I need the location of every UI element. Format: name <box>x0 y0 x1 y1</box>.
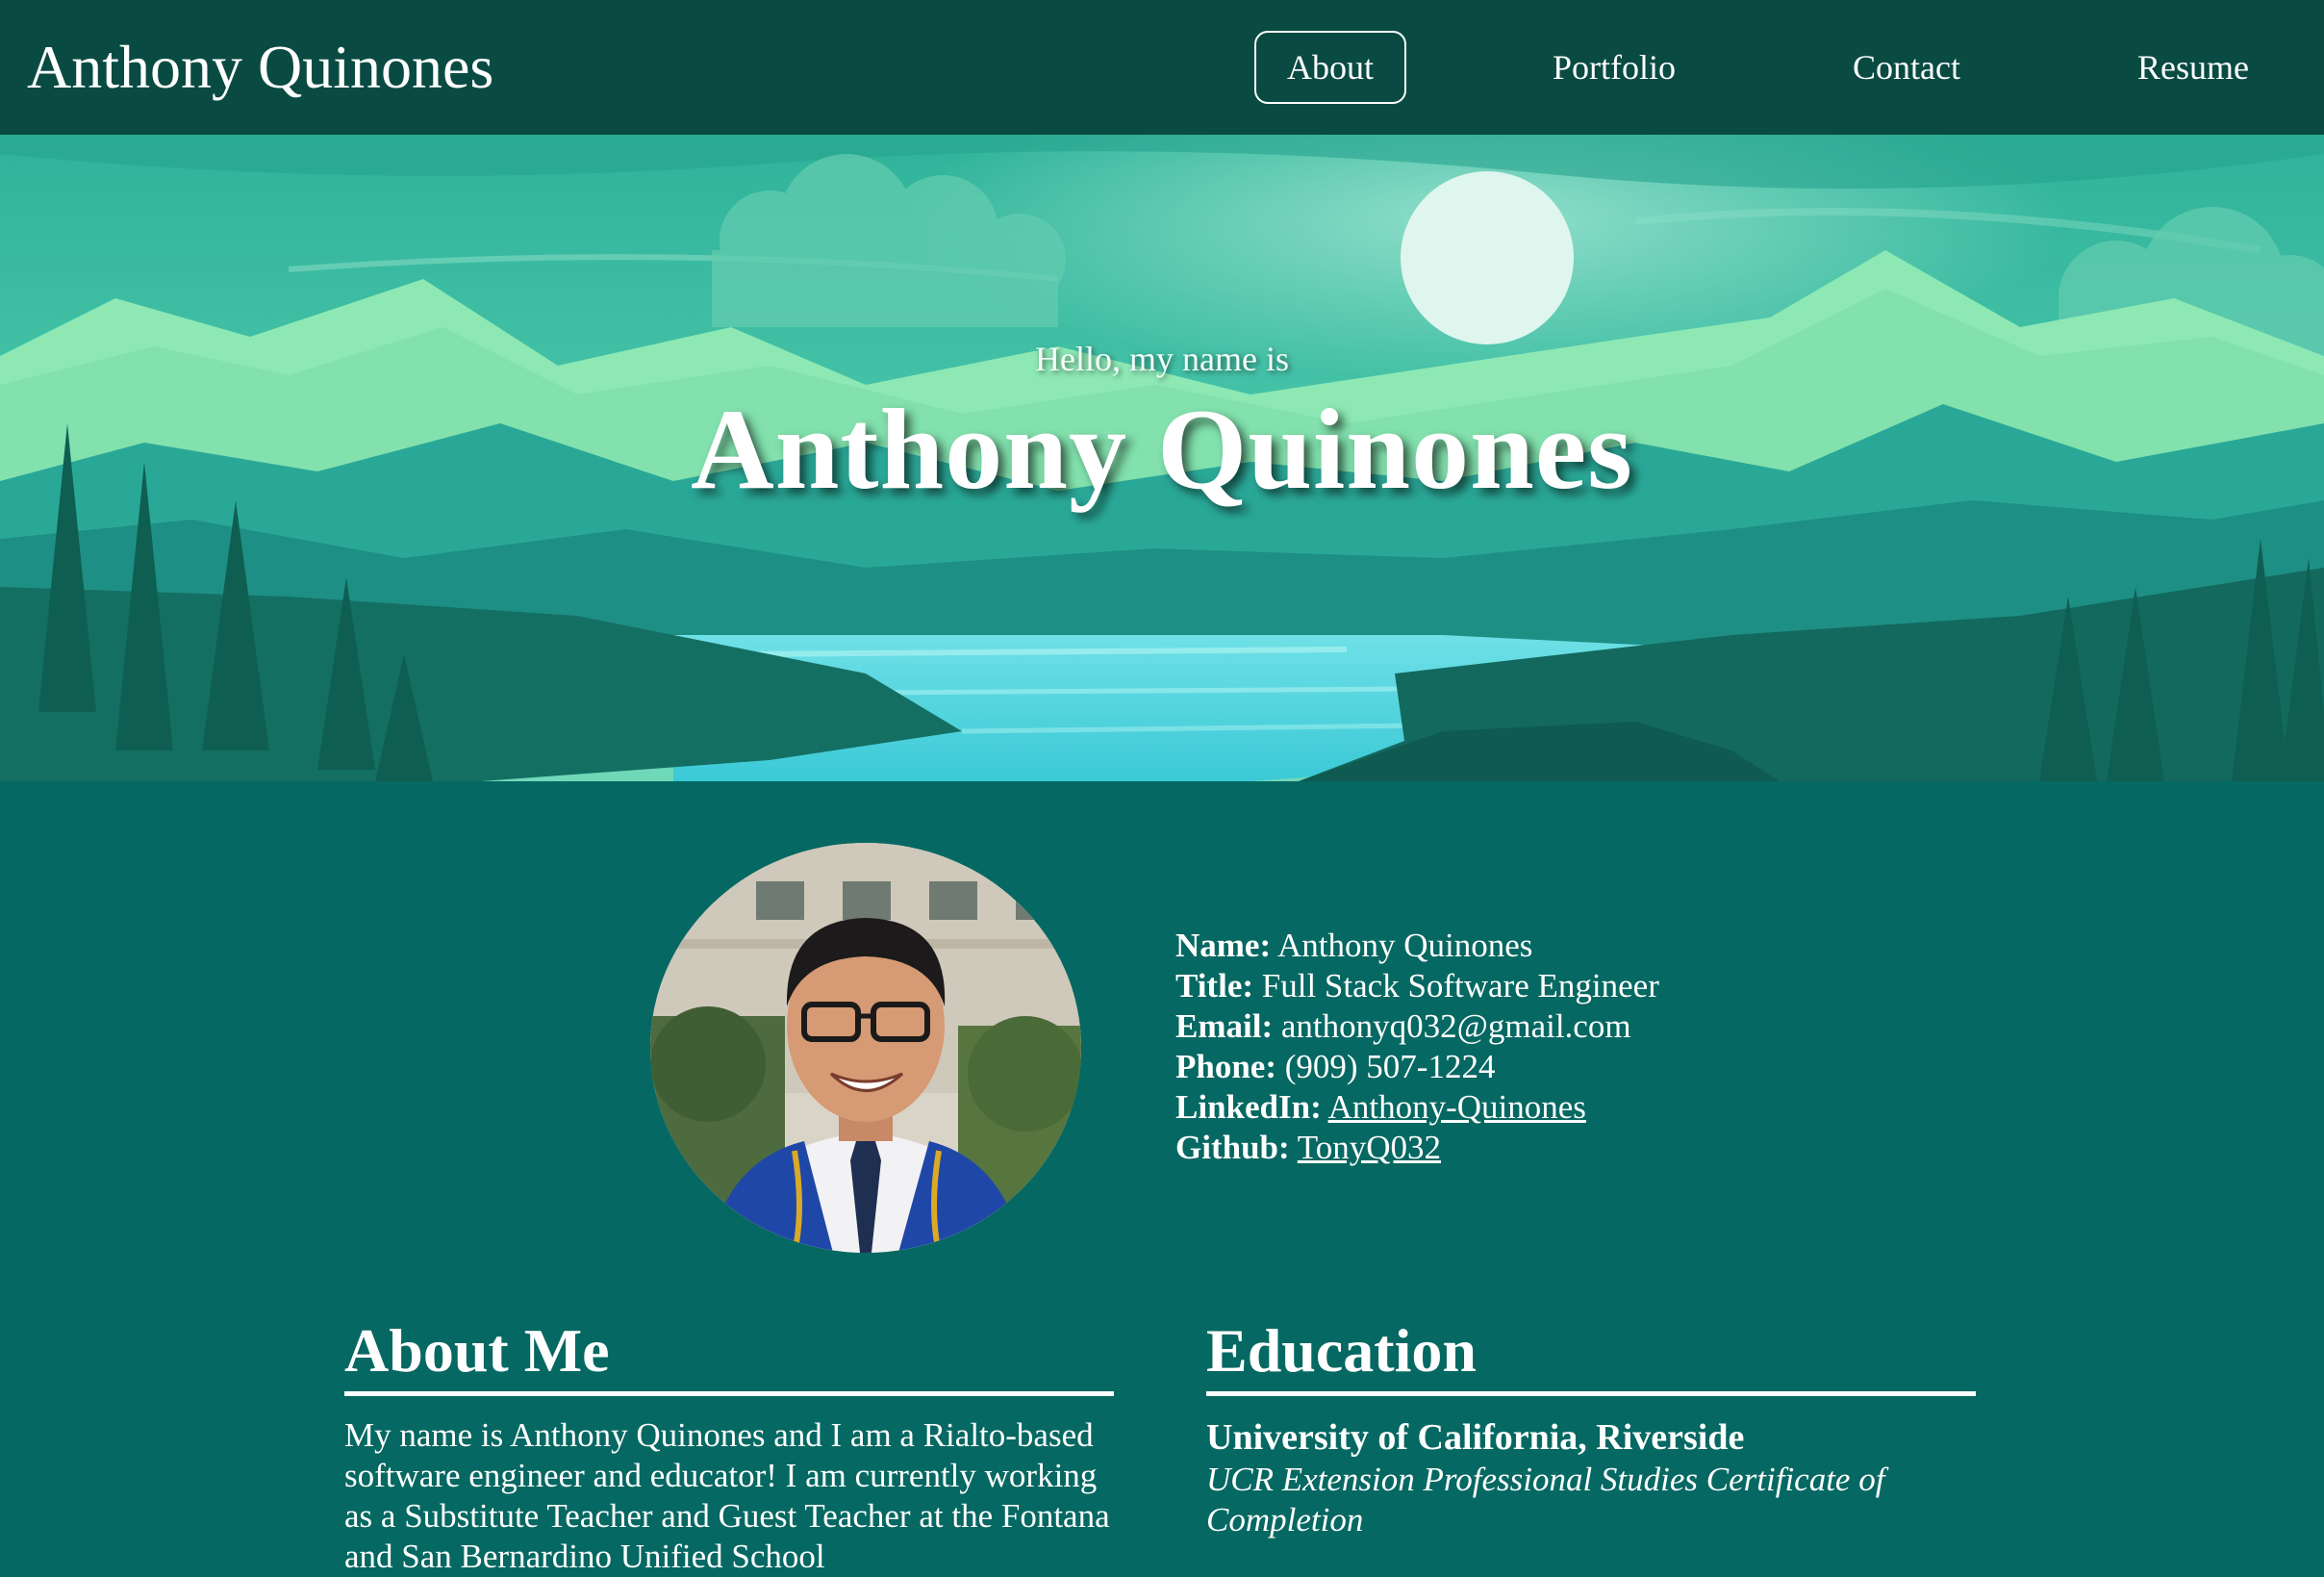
info-row-github: Github: TonyQ032 <box>1175 1128 1659 1168</box>
nav-link-portfolio[interactable]: Portfolio <box>1529 31 1699 104</box>
info-row-title: Title: Full Stack Software Engineer <box>1175 966 1659 1006</box>
hero-banner: Hello, my name is Anthony Quinones <box>0 135 2324 781</box>
info-row-name: Name: Anthony Quinones <box>1175 926 1659 966</box>
education-heading: Education <box>1206 1316 1976 1396</box>
info-value-email: anthonyq032@gmail.com <box>1280 1007 1631 1045</box>
degree-name: UCR Extension Professional Studies Certi… <box>1206 1461 1885 1539</box>
nav-link-resume[interactable]: Resume <box>2116 31 2270 104</box>
education-section: Education University of California, Rive… <box>1206 1316 1976 1540</box>
school-name: University of California, Riverside <box>1206 1417 1745 1458</box>
navbar: Anthony Quinones About Portfolio Contact… <box>0 0 2324 135</box>
info-value-name: Anthony Quinones <box>1276 927 1533 964</box>
info-row-email: Email: anthonyq032@gmail.com <box>1175 1006 1659 1047</box>
info-value-phone: (909) 507-1224 <box>1284 1048 1496 1085</box>
nav-link-contact[interactable]: Contact <box>1830 31 1983 104</box>
about-text: My name is Anthony Quinones and I am a R… <box>344 1416 1110 1575</box>
profile-photo <box>650 843 1081 1253</box>
info-label: Title: <box>1175 967 1254 1005</box>
info-label: Email: <box>1175 1007 1274 1045</box>
info-row-linkedin: LinkedIn: Anthony-Quinones <box>1175 1087 1659 1128</box>
info-row-phone: Phone: (909) 507-1224 <box>1175 1047 1659 1087</box>
github-link[interactable]: TonyQ032 <box>1298 1129 1441 1166</box>
info-label: Phone: <box>1175 1048 1276 1085</box>
linkedin-link[interactable]: Anthony-Quinones <box>1328 1088 1586 1126</box>
info-label: Github: <box>1175 1129 1290 1166</box>
info-label: LinkedIn: <box>1175 1088 1322 1126</box>
about-heading: About Me <box>344 1316 1114 1396</box>
nav-link-about[interactable]: About <box>1254 31 1406 104</box>
hero-greeting: Hello, my name is <box>1035 340 1289 378</box>
contact-info-list: Name: Anthony Quinones Title: Full Stack… <box>1175 926 1659 1168</box>
brand-name[interactable]: Anthony Quinones <box>27 29 493 106</box>
info-value-title: Full Stack Software Engineer <box>1261 967 1659 1005</box>
info-label: Name: <box>1175 927 1272 964</box>
hero-title: Anthony Quinones <box>691 385 1633 513</box>
about-section: About Me My name is Anthony Quinones and… <box>344 1316 1114 1577</box>
